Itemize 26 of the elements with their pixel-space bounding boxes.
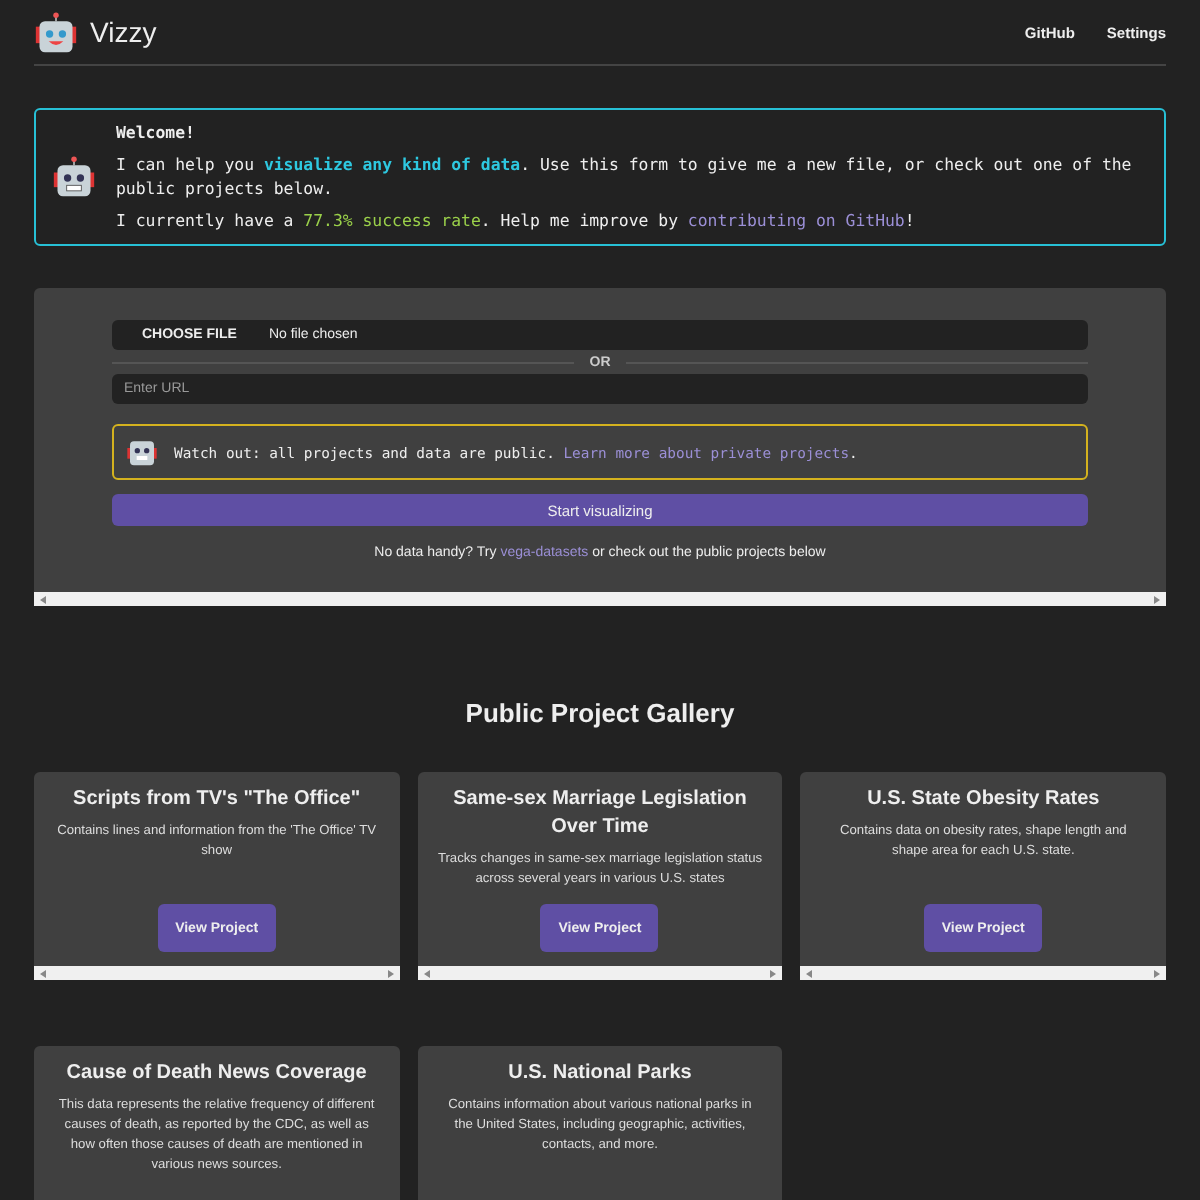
scroll-right-icon[interactable] xyxy=(1154,595,1160,603)
scroll-left-icon[interactable] xyxy=(40,595,46,603)
horizontal-scrollbar[interactable] xyxy=(34,966,400,980)
brand-name[interactable]: Vizzy xyxy=(90,16,157,48)
robot-logo-icon xyxy=(34,12,78,56)
scroll-left-icon[interactable] xyxy=(423,969,430,977)
horizontal-scrollbar[interactable] xyxy=(34,592,1166,606)
project-title: U.S. National Parks xyxy=(508,1060,692,1088)
welcome-title: Welcome! xyxy=(116,122,197,142)
scroll-right-icon[interactable] xyxy=(1154,969,1160,977)
robot-icon xyxy=(52,155,96,199)
welcome-text: I currently have a 77.3% success rate. Help me improve by contributing on GitHub! xyxy=(116,208,917,232)
scroll-left-icon[interactable] xyxy=(40,969,46,977)
horizontal-scrollbar[interactable] xyxy=(800,966,1166,980)
robot-icon xyxy=(126,436,158,468)
scroll-right-icon[interactable] xyxy=(387,969,394,977)
scroll-right-icon[interactable] xyxy=(770,969,777,977)
welcome-text: I can help you visualize any kind of data. Use this form to give me a new file, or check out one of the public projects below. xyxy=(116,152,1134,200)
project-title: Same-sex Marriage Legislation Over Time xyxy=(451,786,749,842)
project-title: Cause of Death News Coverage xyxy=(66,1060,367,1088)
scroll-left-icon[interactable] xyxy=(806,969,813,977)
project-title: U.S. State Obesity Rates xyxy=(867,786,1100,814)
gallery-title: Public Project Gallery xyxy=(463,698,737,728)
project-title: Scripts from TV's "The Office" xyxy=(73,786,361,814)
github-link[interactable]: contributing on GitHub xyxy=(687,210,905,230)
horizontal-scrollbar[interactable] xyxy=(417,966,783,980)
